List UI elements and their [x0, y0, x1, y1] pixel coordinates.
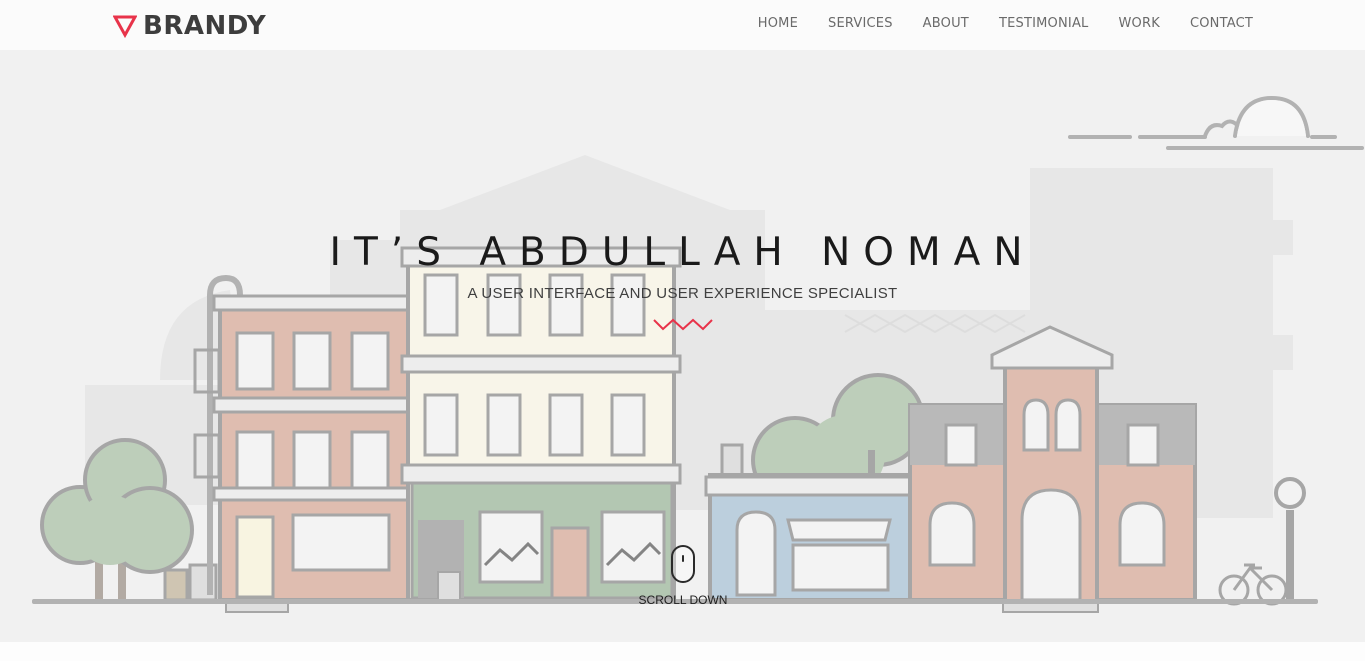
- nav-services[interactable]: SERVICES: [828, 16, 893, 31]
- scroll-down-label: SCROLL DOWN: [638, 593, 728, 607]
- nav-home[interactable]: HOME: [758, 16, 798, 31]
- nav-testimonial[interactable]: TESTIMONIAL: [999, 16, 1089, 31]
- brand-name: BRANDY: [143, 11, 267, 41]
- hero-title: IT’S ABDULLAH NOMAN: [329, 230, 1036, 275]
- main-nav: HOME SERVICES ABOUT TESTIMONIAL WORK CON…: [758, 16, 1253, 31]
- hero-section: IT’S ABDULLAH NOMAN A USER INTERFACE AND…: [0, 50, 1365, 642]
- scroll-down-link[interactable]: SCROLL DOWN: [630, 545, 736, 607]
- mouse-icon: [671, 545, 695, 583]
- nav-about[interactable]: ABOUT: [923, 16, 969, 31]
- hero-subtitle: A USER INTERFACE AND USER EXPERIENCE SPE…: [467, 285, 898, 302]
- mouse-wheel: [682, 555, 684, 562]
- brand-logo[interactable]: BRANDY: [113, 9, 266, 43]
- nav-contact[interactable]: CONTACT: [1190, 16, 1253, 31]
- zigzag-icon: [653, 318, 713, 331]
- triangle-down-icon: [113, 15, 137, 38]
- nav-work[interactable]: WORK: [1118, 16, 1159, 31]
- next-section-edge: [0, 642, 1365, 661]
- site-header: BRANDY HOME SERVICES ABOUT TESTIMONIAL W…: [0, 0, 1365, 50]
